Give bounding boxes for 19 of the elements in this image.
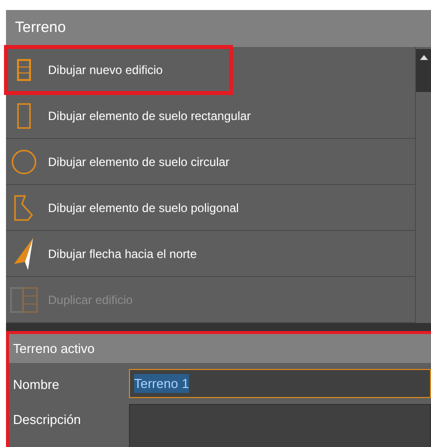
duplicate-icon	[10, 286, 38, 312]
circle-icon	[11, 148, 37, 174]
name-field[interactable]: Terreno 1	[129, 369, 431, 398]
command-item[interactable]: Dibujar elemento de suelo circular	[6, 139, 415, 185]
field-label: Nombre	[12, 376, 60, 394]
scroll-up-icon[interactable]	[420, 55, 428, 60]
section-header: Terreno activo	[9, 334, 431, 363]
scrollbar[interactable]	[415, 47, 431, 323]
command-item[interactable]: Dibujar nuevo edificio	[6, 47, 231, 93]
rectangle-icon	[17, 102, 31, 128]
command-item[interactable]: Dibujar flecha hacia el norte	[6, 231, 415, 277]
building-icon	[17, 58, 31, 80]
panel-header: Terreno	[6, 10, 431, 47]
north-arrow-icon	[13, 236, 35, 270]
description-field[interactable]	[129, 404, 431, 447]
field-label: Descripción	[12, 411, 82, 429]
polygon-icon	[14, 194, 34, 220]
command-item[interactable]: Dibujar elemento de suelo rectangular	[6, 93, 415, 139]
command-item[interactable]: Dibujar elemento de suelo poligonal	[6, 185, 415, 231]
